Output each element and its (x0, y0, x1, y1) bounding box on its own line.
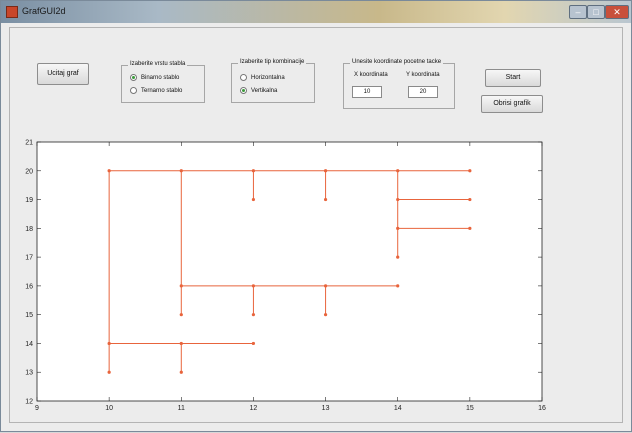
tree-node-point (179, 313, 183, 317)
tree-node-point (468, 226, 472, 230)
y-tick-label: 14 (25, 341, 33, 348)
tree-node-point (396, 284, 400, 288)
tree-plot: 9 10 11 12 13 14 15 16 12 13 14 15 16 17 18 19 20 21 (25, 140, 546, 413)
x-tick-label: 9 (35, 405, 39, 412)
tree-node-point (396, 197, 400, 202)
tree-node-point (323, 313, 328, 317)
plot-area[interactable] (36, 141, 543, 402)
x-tick-label: 14 (394, 405, 402, 412)
tree-node-point (251, 341, 256, 346)
tree-node-point (396, 255, 400, 259)
tree-node-point (179, 284, 183, 288)
tree-node-point (179, 341, 183, 346)
y-tick-label: 20 (25, 168, 33, 175)
tree-node-point (323, 197, 328, 202)
tree-node-point (107, 169, 111, 173)
x-tick-label: 15 (466, 405, 474, 412)
tree-node-point (251, 197, 256, 202)
y-tick-label: 12 (25, 399, 33, 406)
tree-node-point (323, 169, 328, 173)
y-tick-label: 19 (25, 197, 33, 204)
tree-node-point (107, 341, 111, 346)
y-tick-label: 18 (25, 226, 33, 233)
x-tick-label: 10 (105, 405, 113, 412)
y-tick-label: 21 (25, 140, 33, 147)
tree-node-point (107, 370, 111, 374)
tree-node-point (323, 284, 328, 288)
tree-node-point (396, 226, 400, 230)
tree-node-point (251, 284, 256, 288)
x-tick-label: 16 (538, 405, 546, 412)
tree-node-point (396, 169, 400, 173)
y-tick-label: 13 (25, 370, 33, 377)
x-tick-label: 11 (178, 405, 185, 412)
tree-node-point (251, 169, 256, 173)
tree-node-point (179, 169, 183, 173)
y-tick-label: 15 (25, 312, 33, 319)
tree-node-point (468, 169, 472, 173)
tree-node-point (251, 313, 256, 317)
x-tick-label: 13 (322, 405, 330, 412)
app-window: GrafGUI2d – □ ✕ Ucitaj graf Izaberite vr… (0, 0, 632, 432)
tree-node-point (179, 370, 183, 374)
x-tick-label: 12 (250, 405, 258, 412)
y-tick-label: 16 (25, 283, 33, 290)
tree-node-point (468, 197, 472, 202)
y-tick-label: 17 (25, 255, 33, 262)
